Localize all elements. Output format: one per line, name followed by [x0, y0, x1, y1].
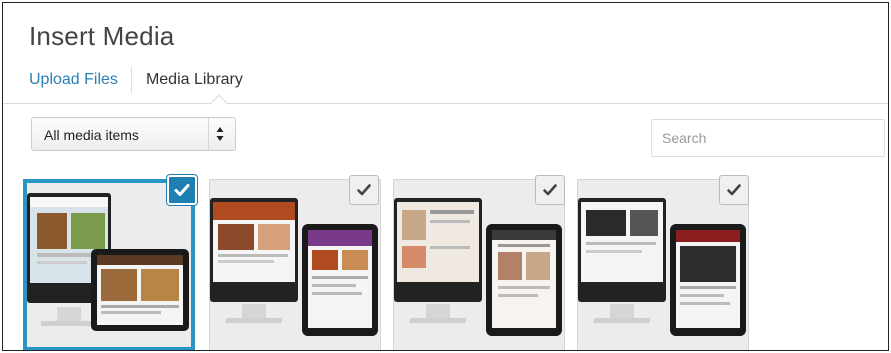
- check-icon: [543, 184, 557, 196]
- updown-arrows-icon: [215, 125, 225, 143]
- media-tabs: Upload Files Media Library: [29, 67, 243, 93]
- select-check-button[interactable]: [719, 175, 749, 205]
- tab-upload-files[interactable]: Upload Files: [29, 67, 132, 93]
- search-input[interactable]: [651, 119, 885, 157]
- check-icon: [357, 184, 371, 196]
- thumbnail-image: [210, 180, 380, 350]
- check-icon: [727, 184, 741, 196]
- thumbnail-image: [27, 183, 191, 347]
- check-icon: [174, 184, 190, 196]
- tab-media-library[interactable]: Media Library: [132, 67, 243, 93]
- thumbnail-image: [394, 180, 564, 350]
- thumbnail-image: [578, 180, 748, 350]
- select-divider: [208, 118, 209, 150]
- select-check-button[interactable]: [535, 175, 565, 205]
- media-filter-select[interactable]: All media items: [31, 117, 236, 151]
- selected-check-button[interactable]: [167, 175, 197, 205]
- media-modal: Insert Media Upload Files Media Library …: [2, 2, 889, 351]
- modal-title: Insert Media: [29, 21, 175, 51]
- media-filter-value: All media items: [44, 127, 139, 143]
- select-check-button[interactable]: [349, 175, 379, 205]
